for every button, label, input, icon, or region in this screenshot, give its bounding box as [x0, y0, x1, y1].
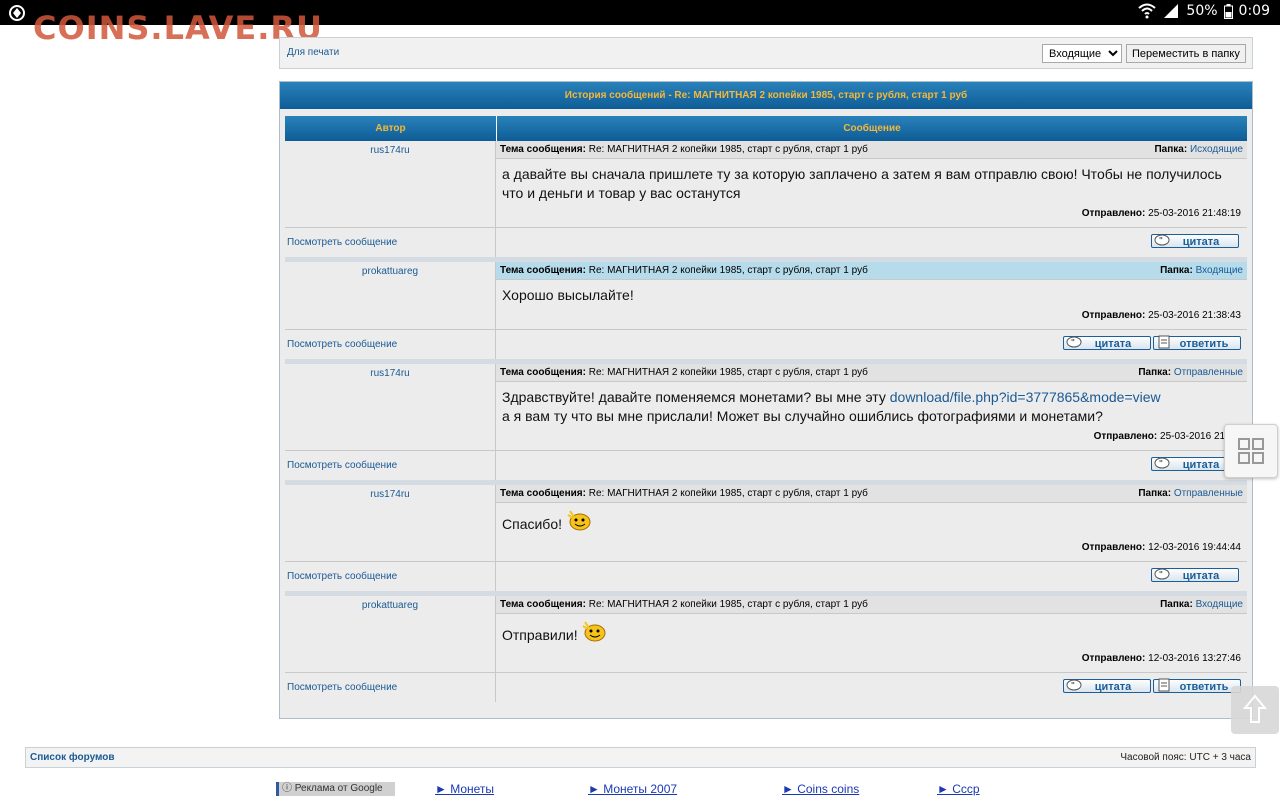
reply-button[interactable]: ответить: [1153, 335, 1241, 350]
message-subject: Тема сообщения: Re: МАГНИТНАЯ 2 копейки …: [496, 596, 1247, 614]
folder-link[interactable]: Входящие: [1196, 599, 1243, 610]
folder-link[interactable]: Исходящие: [1190, 144, 1243, 155]
message-text: Спасибо!: [496, 503, 1247, 534]
view-message-link[interactable]: Посмотреть сообщение: [285, 451, 496, 480]
smiley-icon: [582, 621, 606, 642]
quote-icon: ": [1154, 234, 1170, 246]
message-text: Здравствуйте! давайте поменяемся монетам…: [502, 389, 1161, 424]
reply-icon: [1158, 335, 1170, 349]
ad-link-coins[interactable]: ► Монеты: [435, 782, 494, 796]
folder-select[interactable]: Входящие: [1042, 44, 1122, 63]
message-sent-date: Отправлено: 25-03-2016 21:38:43: [1081, 310, 1241, 321]
arrow-up-icon: [1242, 694, 1268, 723]
message-text: а давайте вы сначала пришлете ту за кото…: [502, 166, 1222, 201]
message-author[interactable]: rus174ru: [285, 141, 496, 227]
signal-icon: [1164, 4, 1179, 18]
app-notification-icon: [9, 5, 25, 21]
view-message-link[interactable]: Посмотреть сообщение: [285, 673, 496, 702]
message-sent-date: Отправлено: 12-03-2016 19:44:44: [1081, 542, 1241, 553]
message-subject: Тема сообщения: Re: МАГНИТНАЯ 2 копейки …: [496, 485, 1247, 503]
reply-icon: [1158, 678, 1170, 692]
google-ads-label[interactable]: ⓘ Реклама от Google: [276, 782, 395, 796]
table-header: Автор Сообщение: [285, 116, 1247, 141]
battery-percent: 50%: [1186, 3, 1218, 19]
wifi-icon: [1138, 3, 1157, 19]
svg-text:": ": [1159, 570, 1163, 579]
message-subject: Тема сообщения: Re: МАГНИТНАЯ 2 копейки …: [496, 364, 1247, 382]
author-column-header: Автор: [285, 116, 497, 141]
message-entry: prokattuareg Тема сообщения: Re: МАГНИТН…: [285, 596, 1247, 702]
smiley-icon: [567, 510, 591, 531]
message-entry: rus174ru Тема сообщения: Re: МАГНИТНАЯ 2…: [285, 485, 1247, 591]
move-to-folder-button[interactable]: Переместить в папку: [1126, 44, 1246, 63]
forum-footer-bar: Список форумов Часовой пояс: UTC + 3 час…: [25, 747, 1256, 768]
history-title: История сообщений - Re: МАГНИТНАЯ 2 копе…: [280, 82, 1252, 109]
ad-link-coins-2007[interactable]: ► Монеты 2007: [588, 782, 677, 796]
quote-icon: ": [1066, 336, 1082, 348]
quote-button[interactable]: " цитата: [1151, 234, 1239, 248]
folder-link[interactable]: Входящие: [1196, 265, 1243, 276]
message-subject: Тема сообщения: Re: МАГНИТНАЯ 2 копейки …: [496, 141, 1247, 159]
ad-bar: ⓘ Реклама от Google ► Монеты ► Монеты 20…: [0, 781, 1280, 799]
timezone-text: Часовой пояс: UTC + 3 часа: [1120, 752, 1251, 763]
ad-link-ussr[interactable]: ► Ссср: [937, 782, 980, 796]
view-message-link[interactable]: Посмотреть сообщение: [285, 228, 496, 257]
message-text: Отправили!: [496, 614, 1247, 645]
message-column-header: Сообщение: [843, 123, 901, 134]
svg-text:": ": [1159, 459, 1163, 468]
ad-link-coins-coins[interactable]: ► Coins coins: [782, 782, 859, 796]
message-entry: rus174ru Тема сообщения: Re: МАГНИТНАЯ 2…: [285, 364, 1247, 480]
message-history: История сообщений - Re: МАГНИТНАЯ 2 копе…: [279, 81, 1253, 719]
quote-icon: ": [1066, 679, 1082, 691]
history-table: Автор Сообщение rus174ru Тема сообщения:…: [285, 116, 1247, 702]
message-sent-date: Отправлено: 12-03-2016 13:27:46: [1081, 653, 1241, 664]
clock: 0:09: [1238, 3, 1270, 19]
message-author[interactable]: prokattuareg: [285, 596, 496, 672]
message-text: Хорошо высылайте!: [502, 287, 634, 303]
message-author[interactable]: rus174ru: [285, 364, 496, 450]
quote-icon: ": [1154, 457, 1170, 469]
attachment-link[interactable]: download/file.php?id=3777865&mode=view: [890, 389, 1161, 405]
battery-icon: [1223, 3, 1233, 19]
message-subject: Тема сообщения: Re: МАГНИТНАЯ 2 копейки …: [496, 262, 1247, 280]
info-icon: ⓘ: [282, 783, 295, 794]
scroll-top-button[interactable]: [1231, 686, 1279, 734]
reply-button[interactable]: ответить: [1153, 678, 1241, 693]
folder-link[interactable]: Отправленные: [1174, 488, 1243, 499]
svg-text:": ": [1159, 236, 1163, 245]
message-entry: rus174ru Тема сообщения: Re: МАГНИТНАЯ 2…: [285, 141, 1247, 257]
message-author[interactable]: prokattuareg: [285, 262, 496, 329]
message-author[interactable]: rus174ru: [285, 485, 496, 561]
message-sent-date: Отправлено: 25-03-2016 21:48:19: [1081, 208, 1241, 219]
message-toolbar: Для печати Входящие Переместить в папку: [279, 37, 1253, 69]
svg-text:": ": [1071, 338, 1075, 347]
message-entry: prokattuareg Тема сообщения: Re: МАГНИТН…: [285, 262, 1247, 359]
quote-icon: ": [1154, 568, 1170, 580]
quote-button[interactable]: " цитата: [1151, 568, 1239, 582]
tabs-grid-button[interactable]: [1224, 424, 1278, 478]
grid-icon: [1238, 438, 1264, 464]
forum-list-link[interactable]: Список форумов: [30, 748, 115, 767]
android-status-bar: 50% 0:09: [0, 0, 1280, 25]
view-message-link[interactable]: Посмотреть сообщение: [285, 330, 496, 359]
folder-link[interactable]: Отправленные: [1174, 367, 1243, 378]
print-link[interactable]: Для печати: [287, 47, 339, 58]
svg-text:": ": [1071, 681, 1075, 690]
message-sent-date: Отправлено: 25-03-2016 21:07: [1093, 431, 1239, 442]
quote-button[interactable]: " цитата: [1063, 336, 1151, 350]
view-message-link[interactable]: Посмотреть сообщение: [285, 562, 496, 591]
quote-button[interactable]: " цитата: [1063, 679, 1151, 693]
